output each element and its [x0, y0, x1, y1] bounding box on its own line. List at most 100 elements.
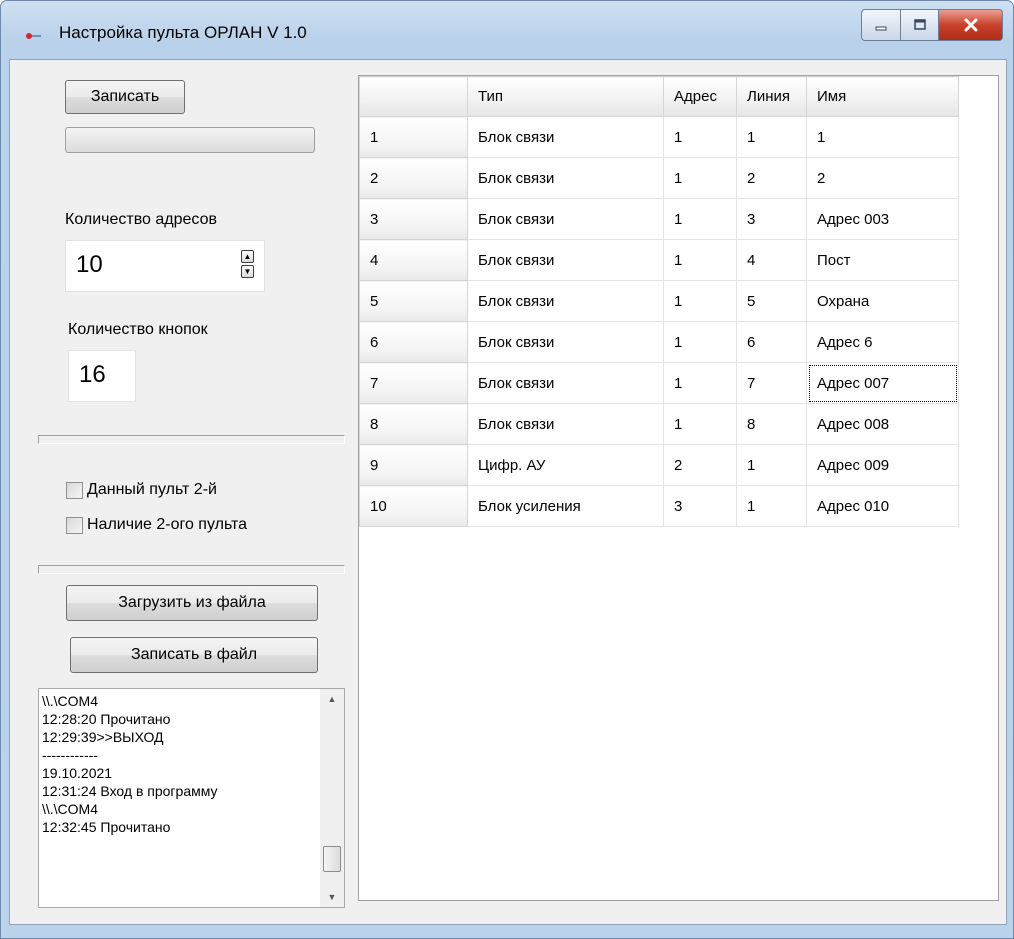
row-header-cell[interactable]: 1 — [359, 116, 468, 158]
cell-line[interactable]: 1 — [736, 116, 807, 158]
load-from-file-button[interactable]: Загрузить из файла — [66, 585, 318, 621]
spin-down-button[interactable]: ▼ — [241, 265, 254, 278]
table-row[interactable]: 9 Цифр. АУ 2 1 Адрес 009 — [359, 444, 959, 486]
row-header-cell[interactable]: 5 — [359, 280, 468, 322]
devices-table[interactable]: Тип Адрес Линия Имя 1 Блок связи 1 1 1 2 Блок свя… — [359, 76, 959, 527]
spin-up-button[interactable]: ▲ — [241, 250, 254, 263]
arrow-up-icon: ▲ — [243, 251, 252, 261]
cell-name[interactable]: 2 — [806, 157, 959, 199]
second-remote-checkbox[interactable] — [66, 481, 83, 499]
cell-type[interactable]: Блок связи — [467, 157, 664, 199]
cell-line[interactable]: 3 — [736, 198, 807, 240]
row-header-cell[interactable]: 9 — [359, 444, 468, 486]
cell-address[interactable]: 3 — [663, 485, 737, 527]
cell-name[interactable]: Адрес 008 — [806, 403, 959, 445]
row-header-cell[interactable]: 7 — [359, 362, 468, 404]
cell-name[interactable]: Охрана — [806, 280, 959, 322]
cell-name[interactable]: Адрес 6 — [806, 321, 959, 363]
app-icon — [26, 33, 41, 39]
log-line: 19.10.2021 — [42, 765, 113, 781]
maximize-button[interactable] — [901, 9, 939, 41]
log-box[interactable]: \\.\COM4 12:28:20 Прочитано 12:29:39>>ВЫХО… — [38, 688, 345, 908]
cell-address[interactable]: 1 — [663, 403, 737, 445]
column-header-address[interactable]: Адрес — [663, 76, 737, 117]
table-row[interactable]: 8 Блок связи 1 8 Адрес 008 — [359, 403, 959, 445]
cell-line[interactable]: 1 — [736, 485, 807, 527]
table-row[interactable]: 2 Блок связи 1 2 2 — [359, 157, 959, 199]
cell-name[interactable]: Адрес 003 — [806, 198, 959, 240]
cell-line[interactable]: 7 — [736, 362, 807, 404]
client-area: Записать Количество адресов 10 ▲ ▼ Колич… — [9, 59, 1007, 925]
second-remote-label[interactable]: Данный пульт 2-й — [87, 481, 217, 499]
addresses-spinbox[interactable]: 10 ▲ ▼ — [65, 240, 265, 292]
cell-line[interactable]: 4 — [736, 239, 807, 281]
column-header-name[interactable]: Имя — [806, 76, 959, 117]
log-line: 12:28:20 Прочитано — [42, 711, 171, 727]
log-line: 12:31:24 Вход в программу — [42, 783, 218, 799]
cell-type[interactable]: Блок связи — [467, 198, 664, 240]
cell-type[interactable]: Блок связи — [467, 280, 664, 322]
table-row[interactable]: 5 Блок связи 1 5 Охрана — [359, 280, 959, 322]
cell-address[interactable]: 2 — [663, 444, 737, 486]
cell-line[interactable]: 8 — [736, 403, 807, 445]
row-header-cell[interactable]: 3 — [359, 198, 468, 240]
has-second-remote-checkbox-row[interactable]: Наличие 2-ого пульта — [66, 516, 247, 534]
scroll-down-button[interactable]: ▼ — [320, 887, 344, 907]
cell-line[interactable]: 6 — [736, 321, 807, 363]
cell-address[interactable]: 1 — [663, 280, 737, 322]
row-header-cell[interactable]: 2 — [359, 157, 468, 199]
cell-type[interactable]: Блок связи — [467, 239, 664, 281]
table-row[interactable]: 1 Блок связи 1 1 1 — [359, 116, 959, 158]
cell-address[interactable]: 1 — [663, 362, 737, 404]
cell-address[interactable]: 1 — [663, 116, 737, 158]
table-row[interactable]: 10 Блок усиления 3 1 Адрес 010 — [359, 485, 959, 527]
close-button[interactable] — [939, 9, 1003, 41]
separator — [38, 435, 345, 444]
cell-name[interactable]: Пост — [806, 239, 959, 281]
column-header-row-header[interactable] — [359, 76, 468, 117]
second-remote-checkbox-row[interactable]: Данный пульт 2-й — [66, 481, 217, 499]
cell-name[interactable]: 1 — [806, 116, 959, 158]
write-button[interactable]: Записать — [65, 80, 185, 114]
table-row[interactable]: 6 Блок связи 1 6 Адрес 6 — [359, 321, 959, 363]
minimize-button[interactable] — [861, 9, 901, 41]
log-line: 12:29:39>>ВЫХОД — [42, 729, 164, 745]
cell-line[interactable]: 2 — [736, 157, 807, 199]
title-bar[interactable]: Настройка пульта ОРЛАН V 1.0 — [1, 1, 1013, 59]
cell-line[interactable]: 5 — [736, 280, 807, 322]
scroll-thumb[interactable] — [323, 846, 341, 872]
devices-grid-panel: Тип Адрес Линия Имя 1 Блок связи 1 1 1 2 Блок свя… — [358, 75, 999, 901]
cell-type[interactable]: Блок связи — [467, 321, 664, 363]
row-header-cell[interactable]: 4 — [359, 239, 468, 281]
log-scrollbar[interactable]: ▲ ▼ — [320, 689, 344, 907]
cell-address[interactable]: 1 — [663, 198, 737, 240]
cell-type[interactable]: Блок связи — [467, 362, 664, 404]
cell-name[interactable]: Адрес 007 — [806, 362, 959, 404]
cell-name[interactable]: Адрес 009 — [806, 444, 959, 486]
table-row[interactable]: 4 Блок связи 1 4 Пост — [359, 239, 959, 281]
column-header-type[interactable]: Тип — [467, 76, 664, 117]
row-header-cell[interactable]: 6 — [359, 321, 468, 363]
scroll-up-button[interactable]: ▲ — [320, 689, 344, 709]
table-row[interactable]: 3 Блок связи 1 3 Адрес 003 — [359, 198, 959, 240]
cell-line[interactable]: 1 — [736, 444, 807, 486]
cell-type[interactable]: Блок связи — [467, 403, 664, 445]
cell-address[interactable]: 1 — [663, 239, 737, 281]
save-to-file-button[interactable]: Записать в файл — [70, 637, 318, 673]
buttons-count-value[interactable]: 16 — [79, 361, 106, 389]
column-header-line[interactable]: Линия — [736, 76, 807, 117]
addresses-value[interactable]: 10 — [76, 251, 103, 279]
has-second-remote-checkbox[interactable] — [66, 516, 83, 534]
cell-type[interactable]: Блок связи — [467, 116, 664, 158]
has-second-remote-label[interactable]: Наличие 2-ого пульта — [87, 516, 247, 534]
table-row[interactable]: 7 Блок связи 1 7 Адрес 007 — [359, 362, 959, 404]
cell-address[interactable]: 1 — [663, 157, 737, 199]
row-header-cell[interactable]: 10 — [359, 485, 468, 527]
cell-type[interactable]: Блок усиления — [467, 485, 664, 527]
cell-address[interactable]: 1 — [663, 321, 737, 363]
row-header-cell[interactable]: 8 — [359, 403, 468, 445]
cell-name[interactable]: Адрес 010 — [806, 485, 959, 527]
window-controls — [861, 9, 1003, 43]
buttons-count-field[interactable]: 16 — [68, 350, 136, 402]
cell-type[interactable]: Цифр. АУ — [467, 444, 664, 486]
